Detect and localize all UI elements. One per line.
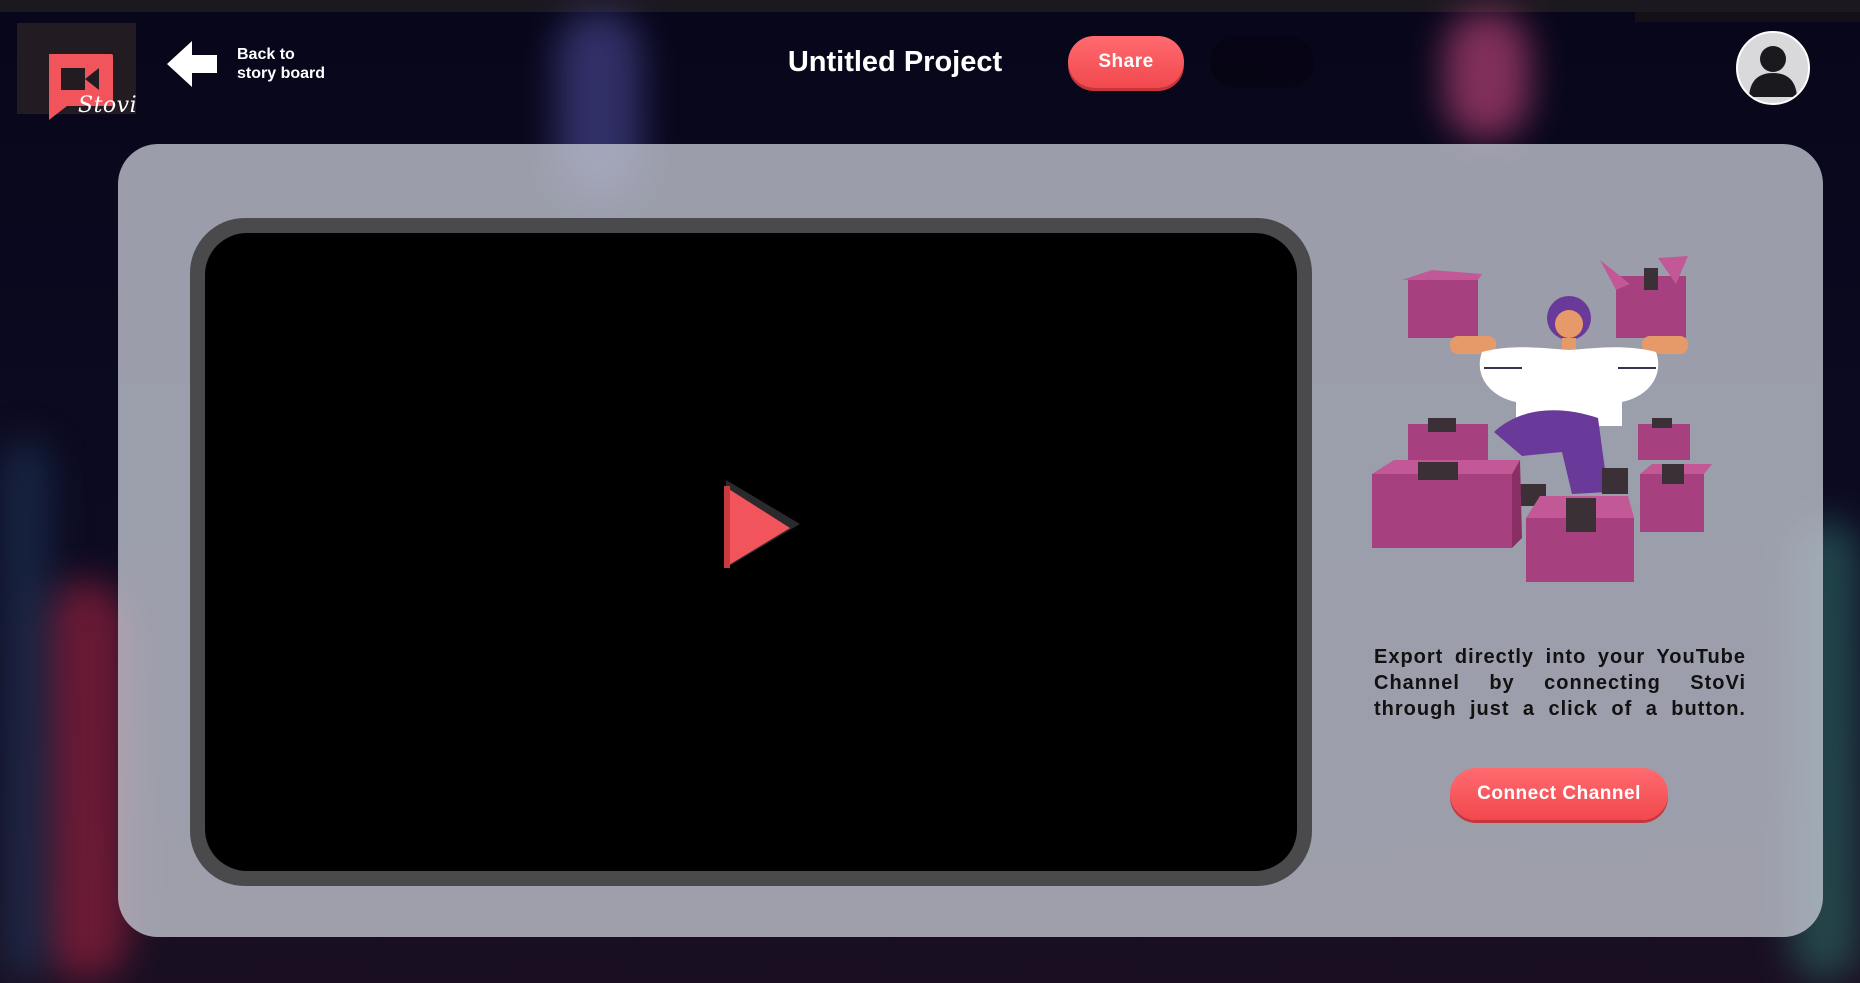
bg-blob-pink	[1444, 10, 1530, 140]
back-label: Back to story board	[237, 46, 326, 82]
share-button[interactable]: Share	[1068, 36, 1184, 88]
user-avatar-icon	[1749, 46, 1797, 97]
top-strip	[0, 0, 1860, 12]
hidden-button	[1210, 36, 1314, 88]
user-avatar[interactable]	[1736, 31, 1810, 105]
export-description: Export directly into your YouTube Channe…	[1374, 646, 1746, 720]
project-title[interactable]: Untitled Project	[760, 46, 1030, 79]
logo-text: Stovi	[78, 93, 138, 118]
person-with-boxes-illustration	[1372, 256, 1712, 582]
arrow-left-icon	[167, 41, 217, 87]
top-strip-right	[1635, 12, 1860, 22]
app-root: Stovi Back to story board Untitled Proje…	[0, 0, 1860, 983]
play-icon[interactable]	[720, 478, 802, 570]
back-to-storyboard-button[interactable]: Back to story board	[165, 36, 345, 92]
bg-blob-left-red	[40, 580, 130, 980]
connect-channel-button[interactable]: Connect Channel	[1450, 768, 1668, 820]
logo[interactable]: Stovi	[17, 23, 137, 120]
bg-blob-left-blue	[0, 440, 50, 980]
